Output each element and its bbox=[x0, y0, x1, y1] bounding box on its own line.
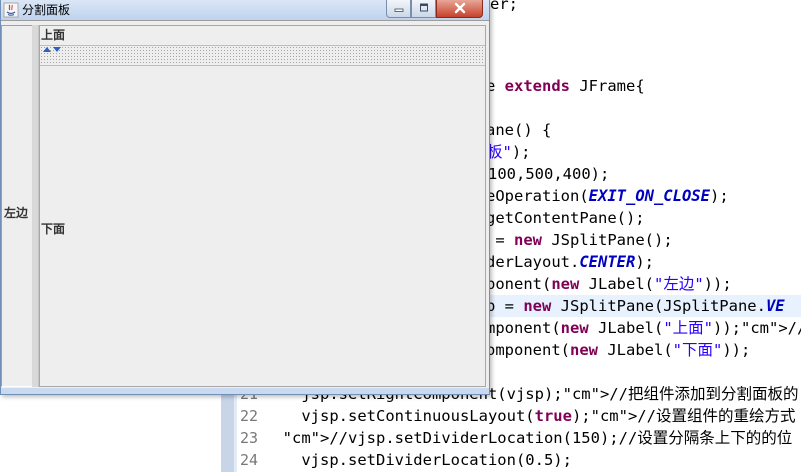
bottom-component: 下面 bbox=[40, 66, 485, 386]
expand-up-arrow-icon[interactable] bbox=[43, 47, 51, 52]
code-line[interactable]: eOperation(EXIT_ON_CLOSE); bbox=[486, 185, 729, 207]
top-component: 上面 bbox=[40, 26, 485, 44]
line-number: 24 bbox=[239, 451, 258, 469]
code-text: 100,500,400); bbox=[488, 165, 610, 183]
code-text: 板"); bbox=[487, 143, 531, 161]
code-text: ponent(new JLabel("左边")); bbox=[486, 275, 732, 293]
close-button[interactable] bbox=[436, 0, 483, 18]
code-text: e extends JFrame{ bbox=[486, 77, 645, 95]
java-icon bbox=[3, 2, 19, 18]
code-line[interactable]: vjsp.setDividerLocation(0.5); bbox=[264, 449, 572, 471]
title-bar[interactable]: 分割面板 bbox=[1, 0, 489, 20]
code-line[interactable]: e extends JFrame{ bbox=[486, 75, 645, 97]
code-text: derLayout.CENTER); bbox=[486, 253, 654, 271]
left-component: 左边 bbox=[1, 25, 32, 387]
code-text: "cm">//vjsp.setDividerLocation(150);//设置… bbox=[282, 429, 793, 447]
code-line[interactable]: ane() { bbox=[486, 119, 551, 141]
line-number: 23 bbox=[239, 429, 258, 447]
window-title: 分割面板 bbox=[22, 3, 71, 17]
code-line[interactable]: 板"); bbox=[487, 141, 531, 163]
minimize-button[interactable] bbox=[386, 0, 411, 18]
horizontal-split-divider[interactable] bbox=[32, 25, 39, 387]
code-text: eOperation(EXIT_ON_CLOSE); bbox=[486, 187, 729, 205]
code-text: ane() { bbox=[486, 121, 552, 139]
code-text: mponent(new JLabel("上面"));"cm">//把组 bbox=[486, 319, 801, 337]
code-text: er; bbox=[490, 0, 518, 13]
code-line[interactable]: vjsp.setContinuousLayout(true);"cm">//设置… bbox=[264, 405, 795, 427]
line-number: 22 bbox=[239, 407, 258, 425]
minimize-icon bbox=[394, 8, 403, 12]
code-text: vjsp.setDividerLocation(0.5); bbox=[264, 451, 572, 469]
left-label: 左边 bbox=[4, 206, 29, 220]
bottom-label: 下面 bbox=[41, 222, 66, 236]
code-line[interactable]: = new JSplitPane(); bbox=[486, 229, 673, 251]
close-icon bbox=[454, 2, 465, 14]
vertical-split-pane: 上面 下面 bbox=[39, 25, 486, 387]
code-line[interactable]: mponent(new JLabel("上面"));"cm">//把组 bbox=[486, 317, 801, 339]
maximize-button[interactable] bbox=[411, 0, 436, 18]
split-pane-window: 分割面板 左边 上面 下面 bbox=[0, 0, 490, 395]
code-text: = new JSplitPane(); bbox=[486, 231, 673, 249]
code-text: getContentPane(); bbox=[486, 209, 645, 227]
code-line[interactable]: "cm">//vjsp.setDividerLocation(150);//设置… bbox=[264, 427, 793, 449]
expand-down-arrow-icon[interactable] bbox=[53, 47, 61, 52]
code-line[interactable]: 100,500,400); bbox=[488, 163, 609, 185]
code-line[interactable]: omponent(new JLabel("下面")); bbox=[486, 339, 750, 361]
code-line[interactable]: er; bbox=[490, 0, 518, 15]
code-line[interactable]: getContentPane(); bbox=[486, 207, 645, 229]
top-label: 上面 bbox=[41, 28, 66, 42]
content-pane: 左边 上面 下面 bbox=[1, 20, 489, 388]
vertical-split-divider[interactable] bbox=[40, 45, 485, 66]
code-line[interactable]: derLayout.CENTER); bbox=[486, 251, 654, 273]
editor-gutter bbox=[221, 394, 234, 472]
code-line[interactable]: p = new JSplitPane(JSplitPane.VE bbox=[486, 295, 801, 317]
code-text: vjsp.setContinuousLayout(true);"cm">//设置… bbox=[264, 407, 796, 425]
code-text: omponent(new JLabel("下面")); bbox=[486, 341, 751, 359]
code-line[interactable]: ponent(new JLabel("左边")); bbox=[486, 273, 732, 295]
code-text: p = new JSplitPane(JSplitPane.VE bbox=[486, 297, 785, 315]
maximize-icon bbox=[419, 3, 428, 12]
